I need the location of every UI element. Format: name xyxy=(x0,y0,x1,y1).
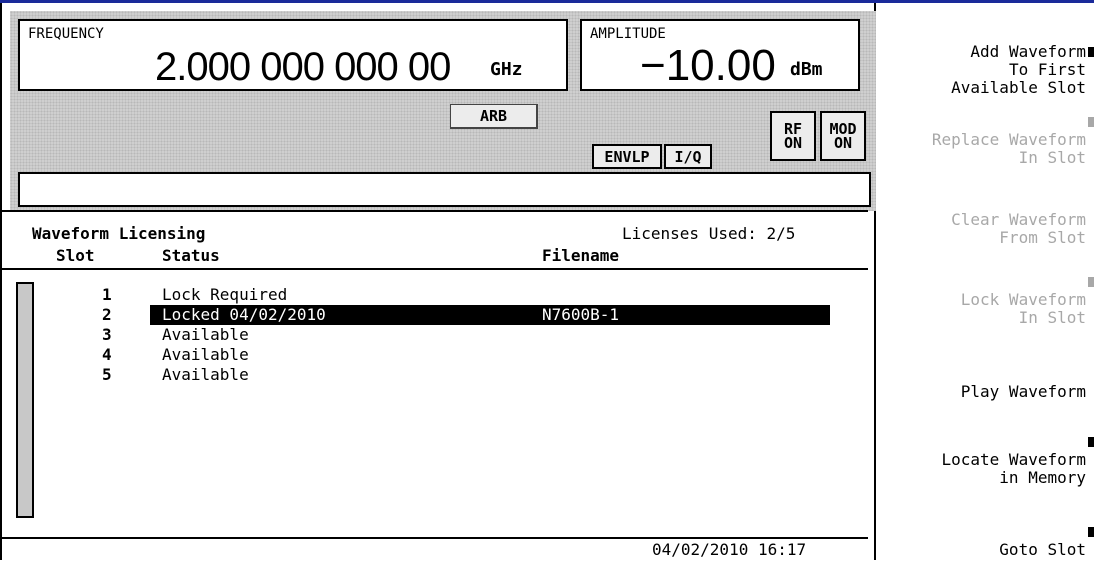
signal-generator-screen: FREQUENCY 2.000 000 000 00 GHz AMPLITUDE… xyxy=(0,0,1094,560)
header-divider xyxy=(2,268,868,270)
panel-title: Waveform Licensing xyxy=(32,224,206,243)
frequency-display[interactable]: FREQUENCY 2.000 000 000 00 GHz xyxy=(18,19,568,91)
slot-status: Available xyxy=(162,345,249,364)
slot-number: 4 xyxy=(102,345,112,364)
envlp-indicator-label: ENVLP xyxy=(604,147,650,166)
waveform-licensing-panel: Waveform Licensing Licenses Used: 2/5 Sl… xyxy=(2,212,868,559)
softkey-label: Play Waveform xyxy=(960,382,1086,401)
table-row[interactable]: 1 Lock Required xyxy=(2,285,868,305)
mod-on-line2: ON xyxy=(833,134,853,152)
submenu-arrow-icon xyxy=(1088,527,1094,537)
envlp-indicator: ENVLP xyxy=(592,144,662,169)
slot-status: Lock Required xyxy=(162,285,288,304)
softkey-panel: Add Waveform To First Available Slot Rep… xyxy=(878,3,1094,560)
arb-indicator: ARB xyxy=(450,104,538,129)
table-row-selected[interactable]: 2 Locked 04/02/2010 N7600B-1 xyxy=(2,305,868,325)
arb-indicator-label: ARB xyxy=(479,107,508,125)
date-time: 04/02/2010 16:17 xyxy=(652,540,807,559)
slot-number: 2 xyxy=(102,305,112,324)
rf-on-line2: ON xyxy=(783,134,803,152)
message-line xyxy=(18,172,871,207)
softkey-goto-slot[interactable]: Goto Slot xyxy=(876,523,1094,577)
softkey-label: Goto Slot xyxy=(999,540,1086,559)
softkey-replace-waveform[interactable]: Replace Waveform In Slot xyxy=(876,113,1094,185)
amplitude-label: AMPLITUDE xyxy=(590,26,666,42)
submenu-arrow-icon xyxy=(1088,437,1094,447)
slot-status: Available xyxy=(162,365,249,384)
column-header-status: Status xyxy=(162,246,220,265)
softkey-locate-waveform[interactable]: Locate Waveform in Memory xyxy=(876,433,1094,505)
table-row[interactable]: 5 Available xyxy=(2,365,868,385)
frequency-unit: GHz xyxy=(490,59,523,80)
amplitude-display[interactable]: AMPLITUDE −10.00 dBm xyxy=(580,19,860,91)
slot-status: Available xyxy=(162,325,249,344)
status-area: FREQUENCY 2.000 000 000 00 GHz AMPLITUDE… xyxy=(10,11,876,211)
footer-divider xyxy=(2,537,868,539)
amplitude-unit: dBm xyxy=(790,59,823,80)
softkey-label: Clear Waveform From Slot xyxy=(951,210,1086,247)
column-header-filename: Filename xyxy=(542,246,620,265)
submenu-arrow-icon xyxy=(1088,47,1094,57)
licenses-used: Licenses Used: 2/5 xyxy=(622,224,796,243)
main-display: FREQUENCY 2.000 000 000 00 GHz AMPLITUDE… xyxy=(0,3,876,560)
softkey-clear-waveform[interactable]: Clear Waveform From Slot xyxy=(876,193,1086,247)
amplitude-value: −10.00 xyxy=(640,41,776,90)
slot-status: Locked 04/02/2010 xyxy=(162,305,326,324)
iq-indicator: I/Q xyxy=(664,144,712,169)
softkey-add-waveform[interactable]: Add Waveform To First Available Slot xyxy=(876,25,1094,115)
submenu-arrow-icon xyxy=(1088,117,1094,127)
mod-on-indicator: MOD ON xyxy=(820,111,866,161)
slot-number: 1 xyxy=(102,285,112,304)
table-row[interactable]: 4 Available xyxy=(2,345,868,365)
column-header-slot: Slot xyxy=(56,246,95,265)
softkey-label: Lock Waveform In Slot xyxy=(960,290,1086,327)
softkey-label: Add Waveform To First Available Slot xyxy=(951,42,1086,97)
slot-filename: N7600B-1 xyxy=(542,305,620,324)
slot-number: 3 xyxy=(102,325,112,344)
iq-indicator-label: I/Q xyxy=(674,147,702,166)
softkey-lock-waveform[interactable]: Lock Waveform In Slot xyxy=(876,273,1094,345)
softkey-label: Locate Waveform in Memory xyxy=(941,450,1087,487)
softkey-play-waveform[interactable]: Play Waveform xyxy=(876,365,1086,401)
table-row[interactable]: 3 Available xyxy=(2,325,868,345)
frequency-label: FREQUENCY xyxy=(28,26,104,42)
rf-on-indicator: RF ON xyxy=(770,111,816,161)
softkey-label: Replace Waveform In Slot xyxy=(931,130,1086,167)
frequency-value: 2.000 000 000 00 xyxy=(155,45,451,89)
slot-number: 5 xyxy=(102,365,112,384)
submenu-arrow-icon xyxy=(1088,277,1094,287)
